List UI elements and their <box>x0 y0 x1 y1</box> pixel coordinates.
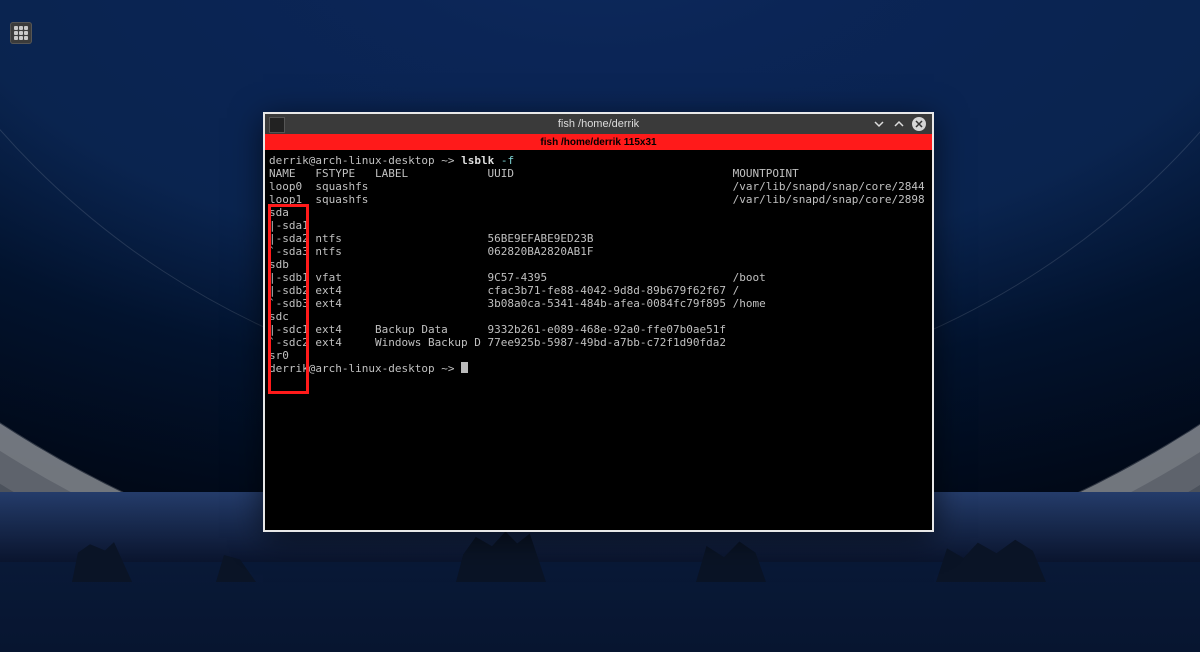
highlight-box <box>268 204 309 394</box>
close-button[interactable] <box>912 117 926 131</box>
app-icon <box>269 117 285 133</box>
applications-launcher-icon[interactable] <box>10 22 32 44</box>
terminal-line: derrik@arch-linux-desktop ~> <box>269 362 928 375</box>
terminal-line: |-sda2 ntfs 56BE9EFABE9ED23B <box>269 232 928 245</box>
chevron-down-icon <box>874 119 884 129</box>
terminal-line: `-sda3 ntfs 062820BA2820AB1F <box>269 245 928 258</box>
terminal-line: derrik@arch-linux-desktop ~> lsblk -f <box>269 154 928 167</box>
terminal-line: loop1 squashfs /var/lib/snapd/snap/core/… <box>269 193 928 206</box>
terminal-line: sr0 <box>269 349 928 362</box>
terminal-line: loop0 squashfs /var/lib/snapd/snap/core/… <box>269 180 928 193</box>
terminal-line: |-sdb1 vfat 9C57-4395 /boot <box>269 271 928 284</box>
terminal-line: |-sdb2 ext4 cfac3b71-fe88-4042-9d8d-89b6… <box>269 284 928 297</box>
terminal-line: |-sda1 <box>269 219 928 232</box>
terminal-line: sda <box>269 206 928 219</box>
chevron-up-icon <box>894 119 904 129</box>
terminal-line: sdb <box>269 258 928 271</box>
terminal-line: sdc <box>269 310 928 323</box>
close-icon <box>914 119 924 129</box>
cursor <box>461 362 468 373</box>
terminal-line: `-sdc2 ext4 Windows Backup D 77ee925b-59… <box>269 336 928 349</box>
terminal-viewport[interactable]: derrik@arch-linux-desktop ~> lsblk -fNAM… <box>265 150 932 530</box>
minimize-button[interactable] <box>872 117 886 131</box>
terminal-window: fish /home/derrik fish /home/derrik 115x… <box>263 112 934 532</box>
window-title: fish /home/derrik <box>558 118 639 130</box>
maximize-button[interactable] <box>892 117 906 131</box>
terminal-line: `-sdb3 ext4 3b08a0ca-5341-484b-afea-0084… <box>269 297 928 310</box>
terminal-line: |-sdc1 ext4 Backup Data 9332b261-e089-46… <box>269 323 928 336</box>
window-titlebar[interactable]: fish /home/derrik <box>265 114 932 134</box>
terminal-line: NAME FSTYPE LABEL UUID MOUNTPOINT <box>269 167 928 180</box>
terminal-tabbar[interactable]: fish /home/derrik 115x31 <box>265 134 932 150</box>
terminal-tab-label: fish /home/derrik 115x31 <box>540 137 656 148</box>
